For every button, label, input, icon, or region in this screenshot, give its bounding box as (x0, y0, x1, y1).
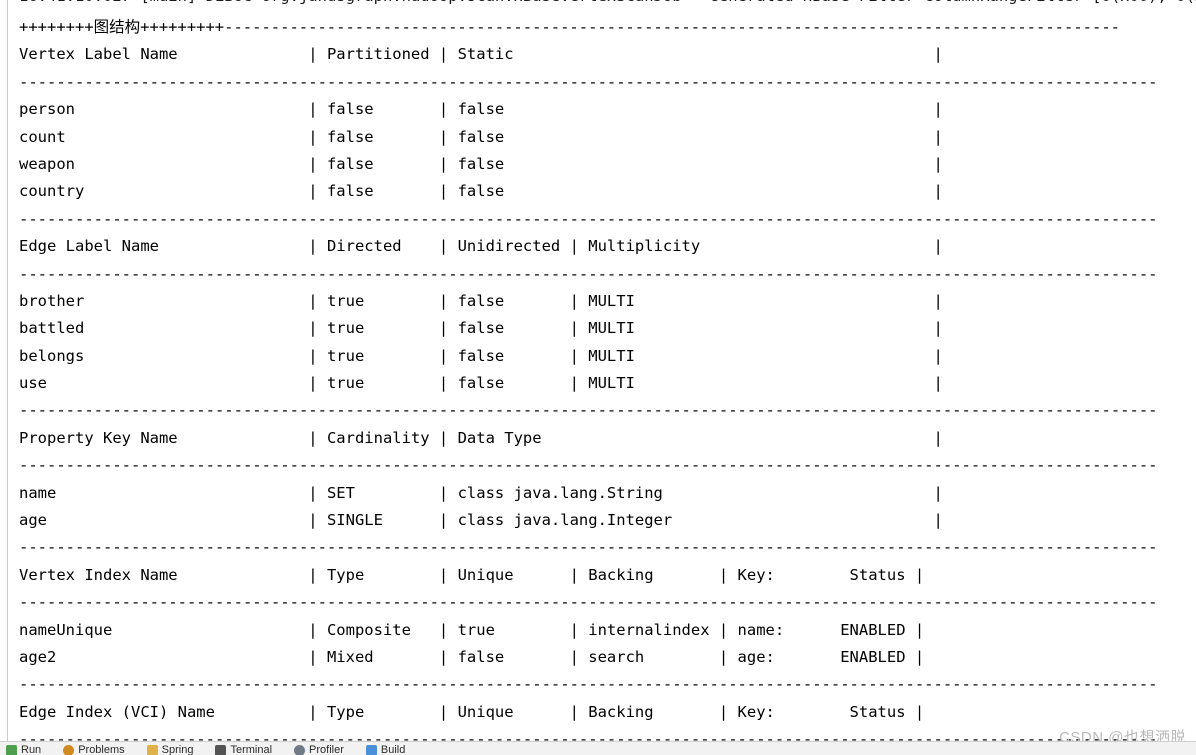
rule-divider: ----------------------------------------… (19, 538, 1158, 557)
vertex-index-header: Vertex Index Name | Type | Unique | Back… (19, 565, 925, 584)
rule-divider: ----------------------------------------… (19, 593, 1158, 612)
table-row: use | true | false | MULTI | (19, 374, 943, 393)
tool-button-problems[interactable]: Problems (63, 743, 125, 755)
table-row: belongs | true | false | MULTI | (19, 346, 943, 365)
table-row: person | false | false | (19, 100, 943, 119)
tool-button-label: Spring (161, 743, 194, 755)
tool-button-label: Build (380, 743, 406, 755)
tool-button-profiler[interactable]: Profiler (294, 743, 344, 755)
profiler-icon (294, 744, 306, 755)
tool-button-terminal[interactable]: Terminal (215, 743, 273, 755)
table-row: weapon | false | false | (19, 154, 943, 173)
property-key-header: Property Key Name | Cardinality | Data T… (19, 428, 943, 447)
table-row: age | SINGLE | class java.lang.Integer | (19, 511, 943, 530)
table-row: battled | true | false | MULTI | (19, 319, 943, 338)
tool-button-label: Problems (78, 743, 125, 755)
table-row: nameUnique | Composite | true | internal… (19, 620, 925, 639)
tool-window-buttons: Run Problems Spring Terminal Profiler Bu (6, 744, 405, 755)
rule-divider: ----------------------------------------… (19, 72, 1158, 91)
table-row: name | SET | class java.lang.String | (19, 483, 943, 502)
run-icon (6, 744, 17, 755)
table-row: country | false | false | (19, 182, 943, 201)
table-row: count | false | false | (19, 127, 943, 146)
console-lines: 16:41:10.027 [main] DEBUG org.janusgraph… (19, 0, 1196, 741)
rule-divider: ----------------------------------------… (19, 456, 1158, 475)
ide-window: 16:41:10.027 [main] DEBUG org.janusgraph… (0, 0, 1196, 755)
tool-button-label: Run (21, 743, 42, 755)
rule-divider: ----------------------------------------… (19, 730, 1158, 741)
schema-banner: ++++++++图结构+++++++++--------------------… (19, 18, 1120, 36)
run-console-output[interactable]: 16:41:10.027 [main] DEBUG org.janusgraph… (0, 0, 1196, 741)
problems-icon (63, 744, 75, 755)
console-log-line-clipped: 16:41:10.027 [main] DEBUG org.janusgraph… (19, 0, 1196, 6)
tool-button-label: Profiler (309, 743, 344, 755)
tool-button-spring[interactable]: Spring (146, 743, 194, 755)
table-row: age2 | Mixed | false | search | age: ENA… (19, 647, 925, 666)
terminal-icon (215, 744, 227, 755)
build-icon (365, 744, 377, 755)
edge-label-header: Edge Label Name | Directed | Unidirected… (19, 237, 943, 256)
tool-button-build[interactable]: Build (365, 743, 406, 755)
table-row: brother | true | false | MULTI | (19, 291, 943, 310)
tool-button-run[interactable]: Run (6, 743, 42, 755)
spring-icon (146, 744, 158, 755)
vertex-label-header: Vertex Label Name | Partitioned | Static… (19, 45, 943, 64)
rule-divider: ----------------------------------------… (19, 401, 1158, 420)
bottom-tool-window-bar[interactable]: Run Problems Spring Terminal Profiler Bu (0, 741, 1196, 755)
edge-index-header: Edge Index (VCI) Name | Type | Unique | … (19, 702, 925, 721)
console-gutter-divider (7, 0, 8, 741)
rule-divider: ----------------------------------------… (19, 675, 1158, 694)
tool-button-label: Terminal (230, 743, 273, 755)
rule-divider: ----------------------------------------… (19, 264, 1158, 283)
rule-divider: ----------------------------------------… (19, 209, 1158, 228)
